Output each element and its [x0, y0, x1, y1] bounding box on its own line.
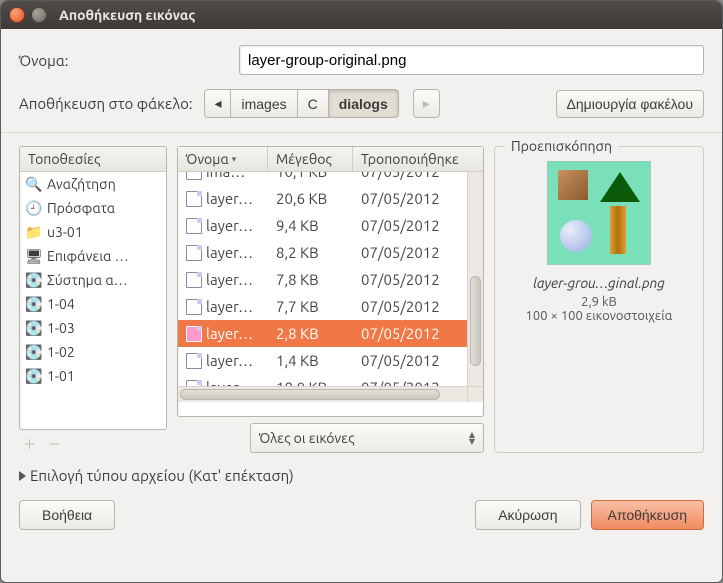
add-bookmark-icon[interactable]: ＋: [23, 434, 36, 453]
folder-home-icon: 📁: [26, 224, 42, 240]
expander-label: Επιλογή τύπου αρχείου (Κατ' επέκταση): [30, 467, 294, 484]
path-segment-c[interactable]: C: [297, 89, 329, 118]
path-nav: ◂ images C dialogs: [204, 89, 398, 118]
minimize-icon[interactable]: [31, 7, 47, 23]
save-in-folder-label: Αποθήκευση στο φάκελο:: [19, 95, 192, 112]
cancel-button[interactable]: Ακύρωση: [475, 500, 580, 530]
file-icon: [186, 353, 202, 369]
places-item-5[interactable]: 💽1-04: [20, 292, 166, 316]
places-item-7[interactable]: 💽1-02: [20, 340, 166, 364]
file-row[interactable]: ima…10,1 KB07/05/2012: [178, 172, 467, 185]
preview-filesize: 2,9 kB: [503, 295, 695, 309]
drive-icon: 💽: [26, 320, 42, 336]
save-button[interactable]: Αποθήκευση: [591, 500, 704, 530]
desktop-icon: 🖥: [26, 248, 42, 264]
places-item-8[interactable]: 💽1-01: [20, 364, 166, 388]
search-icon: 🔍: [26, 176, 42, 192]
expander-arrow-icon: [19, 471, 26, 481]
path-segment-dialogs[interactable]: dialogs: [328, 89, 399, 118]
column-modified-header[interactable]: Τροποποιήθηκε: [353, 147, 483, 171]
drive-icon: 💽: [26, 272, 42, 288]
places-header[interactable]: Τοποθεσίες: [20, 147, 166, 172]
recent-icon: 🕘: [26, 200, 42, 216]
file-row[interactable]: layer…7,8 KB07/05/2012: [178, 266, 467, 293]
preview-filename: layer-grou…ginal.png: [503, 275, 695, 291]
file-row[interactable]: layer…8,2 KB07/05/2012: [178, 239, 467, 266]
places-item-2[interactable]: 📁u3-01: [20, 220, 166, 244]
remove-bookmark-icon[interactable]: －: [48, 434, 61, 453]
filename-input[interactable]: [239, 45, 704, 75]
titlebar[interactable]: Αποθήκευση εικόνας: [1, 1, 722, 29]
drive-icon: 💽: [26, 344, 42, 360]
save-dialog-window: Αποθήκευση εικόνας Όνομα: Αποθήκευση στο…: [0, 0, 723, 583]
places-item-4[interactable]: 💽Σύστημα α…: [20, 268, 166, 292]
help-button[interactable]: Βοήθεια: [19, 500, 115, 530]
preview-header: Προεπισκόπηση: [505, 138, 618, 154]
file-icon: [186, 245, 202, 261]
places-item-0[interactable]: 🔍Αναζήτηση: [20, 172, 166, 196]
places-item-3[interactable]: 🖥Επιφάνεια …: [20, 244, 166, 268]
vertical-scrollbar[interactable]: [467, 172, 483, 386]
places-panel: Τοποθεσίες 🔍Αναζήτηση🕘Πρόσφατα📁u3-01🖥Επι…: [19, 146, 167, 430]
file-icon: [186, 172, 202, 180]
places-list[interactable]: 🔍Αναζήτηση🕘Πρόσφατα📁u3-01🖥Επιφάνεια …💽Σύ…: [20, 172, 166, 424]
path-forward-button[interactable]: ▸: [413, 89, 440, 118]
column-size-header[interactable]: Μέγεθος: [268, 147, 353, 171]
file-row[interactable]: layer…2,8 KB07/05/2012: [178, 320, 467, 347]
file-filter-combo[interactable]: Όλες οι εικόνες ▲▼: [250, 423, 484, 453]
vertical-scroll-thumb[interactable]: [470, 276, 481, 366]
places-item-6[interactable]: 💽1-03: [20, 316, 166, 340]
file-icon: [186, 272, 202, 288]
path-segment-images[interactable]: images: [230, 89, 297, 118]
combo-arrows-icon: ▲▼: [469, 431, 475, 445]
file-row[interactable]: layer…20,6 KB07/05/2012: [178, 185, 467, 212]
column-name-header[interactable]: Όνομα▾: [178, 147, 268, 171]
preview-thumbnail: [547, 161, 651, 265]
drive-icon: 💽: [26, 368, 42, 384]
window-title: Αποθήκευση εικόνας: [59, 7, 195, 23]
preview-dimensions: 100 × 100 εικονοστοιχεία: [503, 309, 695, 323]
create-folder-button[interactable]: Δημιουργία φακέλου: [556, 90, 704, 118]
file-icon: [186, 191, 202, 207]
close-icon[interactable]: [9, 7, 25, 23]
horizontal-scroll-thumb[interactable]: [180, 389, 440, 400]
places-item-1[interactable]: 🕘Πρόσφατα: [20, 196, 166, 220]
file-row[interactable]: layer…1,4 KB07/05/2012: [178, 347, 467, 374]
file-filter-label: Όλες οι εικόνες: [259, 430, 355, 446]
file-icon: [186, 326, 202, 342]
path-back-button[interactable]: ◂: [204, 89, 231, 118]
file-list-panel: Όνομα▾ Μέγεθος Τροποποιήθηκε ima…10,1 KB…: [177, 146, 484, 417]
drive-icon: 💽: [26, 296, 42, 312]
preview-frame: Προεπισκόπηση layer-grou…ginal.png 2,9 k…: [494, 146, 704, 453]
horizontal-scrollbar[interactable]: [178, 386, 467, 402]
file-icon: [186, 218, 202, 234]
filetype-expander[interactable]: Επιλογή τύπου αρχείου (Κατ' επέκταση): [19, 467, 704, 484]
sort-down-icon: ▾: [232, 154, 237, 165]
file-icon: [186, 299, 202, 315]
name-label: Όνομα:: [19, 52, 229, 69]
file-row[interactable]: layer…9,4 KB07/05/2012: [178, 212, 467, 239]
file-row[interactable]: layer…7,7 KB07/05/2012: [178, 293, 467, 320]
